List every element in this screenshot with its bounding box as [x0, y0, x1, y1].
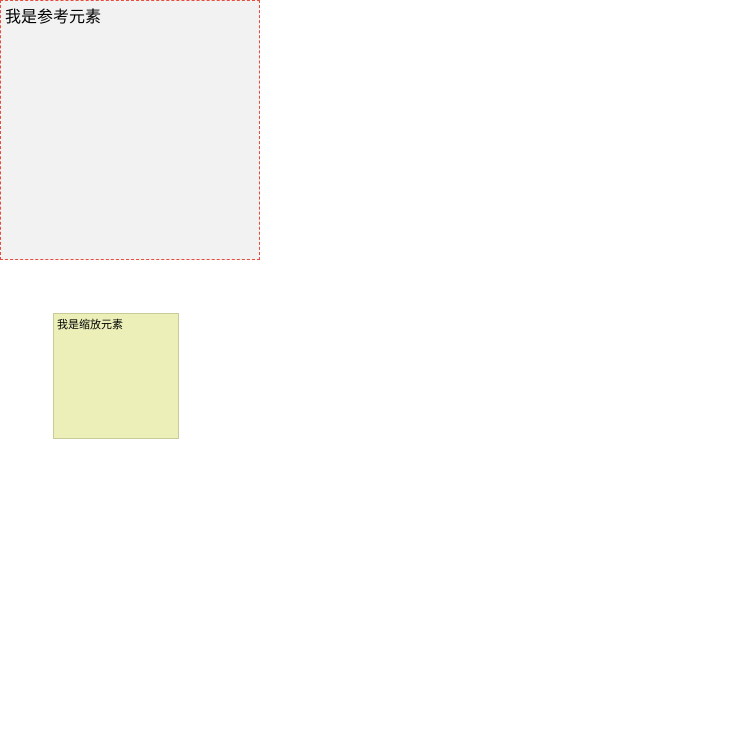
reference-label: 我是参考元素: [1, 1, 259, 29]
reference-element: 我是参考元素: [0, 0, 260, 260]
scaled-element: 我是缩放元素: [53, 313, 179, 439]
scaled-label: 我是缩放元素: [54, 314, 178, 334]
